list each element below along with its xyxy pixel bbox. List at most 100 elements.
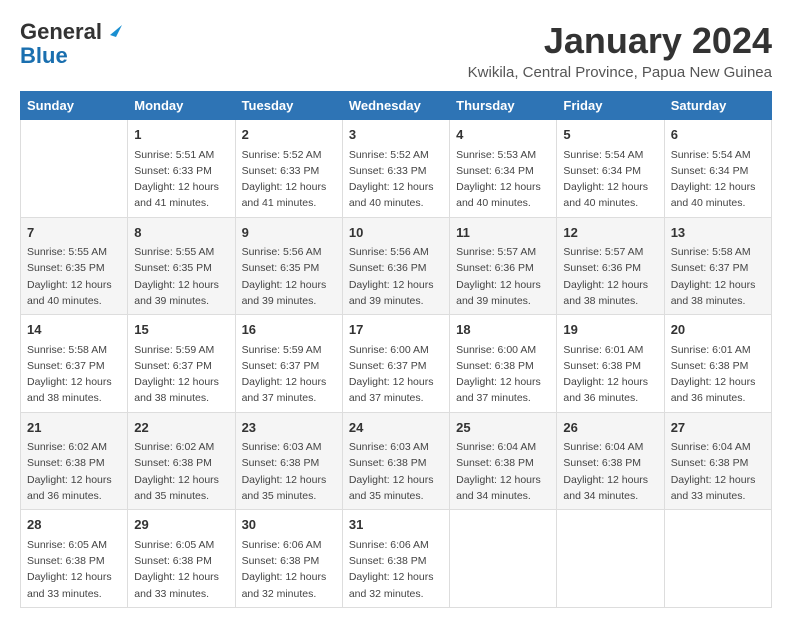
day-info: Sunrise: 5:58 AMSunset: 6:37 PMDaylight:… <box>671 244 765 309</box>
day-info: Sunrise: 5:56 AMSunset: 6:36 PMDaylight:… <box>349 244 443 309</box>
day-info: Sunrise: 5:57 AMSunset: 6:36 PMDaylight:… <box>563 244 657 309</box>
day-info: Sunrise: 6:02 AMSunset: 6:38 PMDaylight:… <box>134 439 228 504</box>
day-info: Sunrise: 6:06 AMSunset: 6:38 PMDaylight:… <box>349 537 443 602</box>
day-info: Sunrise: 6:05 AMSunset: 6:38 PMDaylight:… <box>27 537 121 602</box>
day-info: Sunrise: 5:55 AMSunset: 6:35 PMDaylight:… <box>27 244 121 309</box>
calendar-cell: 23Sunrise: 6:03 AMSunset: 6:38 PMDayligh… <box>235 412 342 510</box>
day-number: 7 <box>27 223 121 243</box>
calendar-cell <box>557 510 664 608</box>
day-number: 23 <box>242 418 336 438</box>
calendar-cell: 26Sunrise: 6:04 AMSunset: 6:38 PMDayligh… <box>557 412 664 510</box>
col-header-tuesday: Tuesday <box>235 92 342 120</box>
day-info: Sunrise: 6:00 AMSunset: 6:37 PMDaylight:… <box>349 342 443 407</box>
day-info: Sunrise: 6:04 AMSunset: 6:38 PMDaylight:… <box>456 439 550 504</box>
day-number: 16 <box>242 320 336 340</box>
day-info: Sunrise: 5:58 AMSunset: 6:37 PMDaylight:… <box>27 342 121 407</box>
logo-blue-text: Blue <box>20 44 68 68</box>
col-header-wednesday: Wednesday <box>342 92 449 120</box>
day-number: 19 <box>563 320 657 340</box>
day-number: 31 <box>349 515 443 535</box>
day-number: 24 <box>349 418 443 438</box>
logo: General Blue <box>20 20 122 68</box>
calendar-week-row: 1Sunrise: 5:51 AMSunset: 6:33 PMDaylight… <box>21 120 772 218</box>
calendar-cell: 21Sunrise: 6:02 AMSunset: 6:38 PMDayligh… <box>21 412 128 510</box>
logo-general-text: General <box>20 20 102 44</box>
calendar-cell <box>664 510 771 608</box>
calendar-cell: 19Sunrise: 6:01 AMSunset: 6:38 PMDayligh… <box>557 315 664 413</box>
day-number: 28 <box>27 515 121 535</box>
day-info: Sunrise: 5:59 AMSunset: 6:37 PMDaylight:… <box>134 342 228 407</box>
day-info: Sunrise: 6:00 AMSunset: 6:38 PMDaylight:… <box>456 342 550 407</box>
calendar-cell: 31Sunrise: 6:06 AMSunset: 6:38 PMDayligh… <box>342 510 449 608</box>
calendar-week-row: 7Sunrise: 5:55 AMSunset: 6:35 PMDaylight… <box>21 217 772 315</box>
day-number: 25 <box>456 418 550 438</box>
day-number: 29 <box>134 515 228 535</box>
calendar-header-row: SundayMondayTuesdayWednesdayThursdayFrid… <box>21 92 772 120</box>
calendar-cell: 25Sunrise: 6:04 AMSunset: 6:38 PMDayligh… <box>450 412 557 510</box>
calendar-cell: 22Sunrise: 6:02 AMSunset: 6:38 PMDayligh… <box>128 412 235 510</box>
calendar-week-row: 14Sunrise: 5:58 AMSunset: 6:37 PMDayligh… <box>21 315 772 413</box>
day-number: 12 <box>563 223 657 243</box>
calendar-cell: 15Sunrise: 5:59 AMSunset: 6:37 PMDayligh… <box>128 315 235 413</box>
day-number: 15 <box>134 320 228 340</box>
calendar-cell: 14Sunrise: 5:58 AMSunset: 6:37 PMDayligh… <box>21 315 128 413</box>
day-info: Sunrise: 5:52 AMSunset: 6:33 PMDaylight:… <box>242 147 336 212</box>
day-number: 6 <box>671 125 765 145</box>
day-info: Sunrise: 6:02 AMSunset: 6:38 PMDaylight:… <box>27 439 121 504</box>
day-info: Sunrise: 5:53 AMSunset: 6:34 PMDaylight:… <box>456 147 550 212</box>
calendar-cell: 5Sunrise: 5:54 AMSunset: 6:34 PMDaylight… <box>557 120 664 218</box>
day-info: Sunrise: 6:01 AMSunset: 6:38 PMDaylight:… <box>671 342 765 407</box>
day-info: Sunrise: 5:54 AMSunset: 6:34 PMDaylight:… <box>671 147 765 212</box>
calendar-cell: 11Sunrise: 5:57 AMSunset: 6:36 PMDayligh… <box>450 217 557 315</box>
day-number: 17 <box>349 320 443 340</box>
calendar-cell: 2Sunrise: 5:52 AMSunset: 6:33 PMDaylight… <box>235 120 342 218</box>
day-info: Sunrise: 6:05 AMSunset: 6:38 PMDaylight:… <box>134 537 228 602</box>
calendar-cell: 13Sunrise: 5:58 AMSunset: 6:37 PMDayligh… <box>664 217 771 315</box>
calendar-cell: 29Sunrise: 6:05 AMSunset: 6:38 PMDayligh… <box>128 510 235 608</box>
day-number: 27 <box>671 418 765 438</box>
col-header-monday: Monday <box>128 92 235 120</box>
day-info: Sunrise: 5:56 AMSunset: 6:35 PMDaylight:… <box>242 244 336 309</box>
calendar-cell: 27Sunrise: 6:04 AMSunset: 6:38 PMDayligh… <box>664 412 771 510</box>
calendar-cell <box>450 510 557 608</box>
location-subtitle: Kwikila, Central Province, Papua New Gui… <box>468 64 772 81</box>
col-header-sunday: Sunday <box>21 92 128 120</box>
day-info: Sunrise: 6:04 AMSunset: 6:38 PMDaylight:… <box>563 439 657 504</box>
day-number: 18 <box>456 320 550 340</box>
day-number: 20 <box>671 320 765 340</box>
day-number: 14 <box>27 320 121 340</box>
day-number: 5 <box>563 125 657 145</box>
logo-bird-icon <box>104 21 122 39</box>
day-number: 13 <box>671 223 765 243</box>
day-info: Sunrise: 6:06 AMSunset: 6:38 PMDaylight:… <box>242 537 336 602</box>
day-number: 26 <box>563 418 657 438</box>
calendar-cell: 10Sunrise: 5:56 AMSunset: 6:36 PMDayligh… <box>342 217 449 315</box>
calendar-cell: 12Sunrise: 5:57 AMSunset: 6:36 PMDayligh… <box>557 217 664 315</box>
calendar-cell: 28Sunrise: 6:05 AMSunset: 6:38 PMDayligh… <box>21 510 128 608</box>
day-number: 3 <box>349 125 443 145</box>
month-year-title: January 2024 <box>468 20 772 62</box>
day-info: Sunrise: 5:52 AMSunset: 6:33 PMDaylight:… <box>349 147 443 212</box>
calendar-cell: 4Sunrise: 5:53 AMSunset: 6:34 PMDaylight… <box>450 120 557 218</box>
day-number: 21 <box>27 418 121 438</box>
calendar-cell: 9Sunrise: 5:56 AMSunset: 6:35 PMDaylight… <box>235 217 342 315</box>
title-block: January 2024 Kwikila, Central Province, … <box>468 20 772 81</box>
day-number: 9 <box>242 223 336 243</box>
col-header-friday: Friday <box>557 92 664 120</box>
calendar-cell: 30Sunrise: 6:06 AMSunset: 6:38 PMDayligh… <box>235 510 342 608</box>
day-number: 4 <box>456 125 550 145</box>
day-number: 10 <box>349 223 443 243</box>
day-info: Sunrise: 6:03 AMSunset: 6:38 PMDaylight:… <box>242 439 336 504</box>
day-number: 11 <box>456 223 550 243</box>
calendar-cell: 18Sunrise: 6:00 AMSunset: 6:38 PMDayligh… <box>450 315 557 413</box>
calendar-cell <box>21 120 128 218</box>
day-number: 8 <box>134 223 228 243</box>
calendar-cell: 20Sunrise: 6:01 AMSunset: 6:38 PMDayligh… <box>664 315 771 413</box>
calendar-table: SundayMondayTuesdayWednesdayThursdayFrid… <box>20 91 772 608</box>
calendar-week-row: 21Sunrise: 6:02 AMSunset: 6:38 PMDayligh… <box>21 412 772 510</box>
col-header-thursday: Thursday <box>450 92 557 120</box>
calendar-cell: 6Sunrise: 5:54 AMSunset: 6:34 PMDaylight… <box>664 120 771 218</box>
day-info: Sunrise: 5:57 AMSunset: 6:36 PMDaylight:… <box>456 244 550 309</box>
calendar-cell: 1Sunrise: 5:51 AMSunset: 6:33 PMDaylight… <box>128 120 235 218</box>
day-number: 30 <box>242 515 336 535</box>
